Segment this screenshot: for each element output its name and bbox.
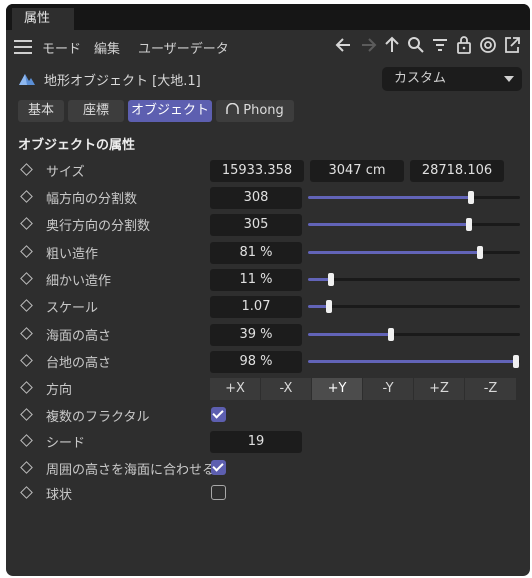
sea-level-slider[interactable] bbox=[308, 328, 520, 341]
param-label: シード bbox=[46, 436, 86, 451]
keyframe-diamond-icon[interactable] bbox=[20, 434, 33, 447]
attributes-panel: 属性 モード 編集 ユーザーデータ 地形オブジェクト [大地.1] カスタム 基… bbox=[6, 4, 530, 576]
back-arrow-icon[interactable] bbox=[334, 34, 354, 56]
limit-to-sea-level-checkbox[interactable] bbox=[211, 460, 226, 475]
keyframe-diamond-icon[interactable] bbox=[20, 272, 33, 285]
size-z-field[interactable]: 28718.106 bbox=[410, 160, 504, 182]
section-title: オブジェクトの属性 bbox=[18, 138, 136, 153]
terrain-object-icon bbox=[19, 74, 35, 85]
preset-dropdown[interactable]: カスタム bbox=[382, 67, 522, 91]
fine-furrows-field[interactable]: 11 % bbox=[210, 269, 302, 291]
param-size: サイズ 15933.358 3047 cm 28718.106 bbox=[6, 158, 530, 182]
tab-attributes[interactable]: 属性 bbox=[12, 8, 74, 30]
keyframe-diamond-icon[interactable] bbox=[20, 461, 33, 474]
param-label: 細かい造作 bbox=[46, 274, 112, 289]
filter-icon[interactable] bbox=[430, 34, 450, 56]
keyframe-diamond-icon[interactable] bbox=[20, 327, 33, 340]
up-arrow-icon[interactable] bbox=[382, 34, 402, 56]
direction-plus-x[interactable]: +X bbox=[210, 378, 260, 400]
depth-segments-field[interactable]: 305 bbox=[210, 214, 302, 236]
phong-icon bbox=[226, 102, 239, 114]
param-label: 方向 bbox=[46, 383, 73, 398]
size-x-field[interactable]: 15933.358 bbox=[210, 160, 304, 182]
menu-mode[interactable]: モード bbox=[42, 38, 81, 57]
direction-plus-y[interactable]: +Y bbox=[312, 378, 362, 400]
param-spherical: 球状 bbox=[6, 481, 530, 505]
width-segments-slider[interactable] bbox=[308, 191, 520, 204]
param-label: 奥行方向の分割数 bbox=[46, 219, 151, 234]
spherical-checkbox[interactable] bbox=[211, 485, 226, 500]
seed-field[interactable]: 19 bbox=[210, 431, 302, 453]
keyframe-diamond-icon[interactable] bbox=[20, 245, 33, 258]
menu-bar: モード 編集 ユーザーデータ bbox=[6, 34, 530, 58]
param-scale: スケール 1.07 bbox=[6, 294, 530, 318]
param-label: 球状 bbox=[46, 488, 73, 503]
param-label: スケール bbox=[46, 301, 99, 316]
forward-arrow-icon[interactable] bbox=[358, 34, 378, 56]
direction-minus-y[interactable]: -Y bbox=[363, 378, 413, 400]
tab-coordinates[interactable]: 座標 bbox=[68, 100, 124, 122]
param-label: 粗い造作 bbox=[46, 247, 99, 262]
target-icon[interactable] bbox=[478, 34, 498, 56]
param-label: 幅方向の分割数 bbox=[46, 192, 138, 207]
preset-dropdown-value: カスタム bbox=[394, 71, 447, 86]
rough-furrows-slider[interactable] bbox=[308, 246, 520, 259]
tab-basic[interactable]: 基本 bbox=[18, 100, 64, 122]
param-rough-furrows: 粗い造作 81 % bbox=[6, 240, 530, 264]
param-width-segments: 幅方向の分割数 308 bbox=[6, 185, 530, 209]
param-sea-level: 海面の高さ 39 % bbox=[6, 322, 530, 346]
tab-phong-label: Phong bbox=[243, 103, 284, 118]
object-title: 地形オブジェクト [大地.1] bbox=[44, 74, 201, 89]
param-direction: 方向 +X -X +Y -Y +Z -Z bbox=[6, 376, 530, 400]
param-depth-segments: 奥行方向の分割数 305 bbox=[6, 212, 530, 236]
plateau-level-slider[interactable] bbox=[308, 355, 520, 368]
param-limit-to-sea-level: 周囲の高さを海面に合わせる bbox=[6, 456, 530, 480]
tab-phong[interactable]: Phong bbox=[216, 100, 294, 122]
direction-minus-x[interactable]: -X bbox=[261, 378, 311, 400]
new-window-icon[interactable] bbox=[502, 34, 522, 56]
check-icon bbox=[212, 407, 224, 419]
keyframe-diamond-icon[interactable] bbox=[20, 486, 33, 499]
scale-slider[interactable] bbox=[308, 300, 520, 313]
hamburger-menu-icon[interactable] bbox=[14, 40, 32, 54]
param-label: サイズ bbox=[46, 165, 85, 180]
multifractal-checkbox[interactable] bbox=[211, 407, 226, 422]
param-multifractal: 複数のフラクタル bbox=[6, 403, 530, 427]
chevron-down-icon bbox=[504, 76, 514, 82]
param-label: 複数のフラクタル bbox=[46, 410, 150, 425]
keyframe-diamond-icon[interactable] bbox=[20, 354, 33, 367]
param-plateau-level: 台地の高さ 98 % bbox=[6, 349, 530, 373]
keyframe-diamond-icon[interactable] bbox=[20, 381, 33, 394]
lock-icon[interactable] bbox=[454, 34, 474, 56]
panel-tab-bar: 属性 bbox=[6, 4, 530, 30]
rough-furrows-field[interactable]: 81 % bbox=[210, 242, 302, 264]
param-seed: シード 19 bbox=[6, 429, 530, 453]
keyframe-diamond-icon[interactable] bbox=[20, 299, 33, 312]
param-fine-furrows: 細かい造作 11 % bbox=[6, 267, 530, 291]
search-icon[interactable] bbox=[406, 34, 426, 56]
fine-furrows-slider[interactable] bbox=[308, 273, 520, 286]
direction-minus-z[interactable]: -Z bbox=[465, 378, 516, 400]
direction-plus-z[interactable]: +Z bbox=[414, 378, 464, 400]
width-segments-field[interactable]: 308 bbox=[210, 187, 302, 209]
keyframe-diamond-icon[interactable] bbox=[20, 163, 33, 176]
param-label: 周囲の高さを海面に合わせる bbox=[46, 463, 216, 478]
menu-edit[interactable]: 編集 bbox=[94, 38, 120, 57]
keyframe-diamond-icon[interactable] bbox=[20, 217, 33, 230]
tab-object[interactable]: オブジェクト bbox=[128, 100, 212, 122]
size-y-field[interactable]: 3047 cm bbox=[310, 160, 404, 182]
object-header: 地形オブジェクト [大地.1] カスタム bbox=[6, 66, 530, 92]
check-icon bbox=[212, 460, 224, 472]
keyframe-diamond-icon[interactable] bbox=[20, 190, 33, 203]
menu-userdata[interactable]: ユーザーデータ bbox=[138, 38, 229, 57]
scale-field[interactable]: 1.07 bbox=[210, 296, 302, 318]
param-label: 台地の高さ bbox=[46, 356, 112, 371]
param-label: 海面の高さ bbox=[46, 329, 112, 344]
depth-segments-slider[interactable] bbox=[308, 218, 520, 231]
sea-level-field[interactable]: 39 % bbox=[210, 324, 302, 346]
plateau-level-field[interactable]: 98 % bbox=[210, 351, 302, 373]
keyframe-diamond-icon[interactable] bbox=[20, 408, 33, 421]
